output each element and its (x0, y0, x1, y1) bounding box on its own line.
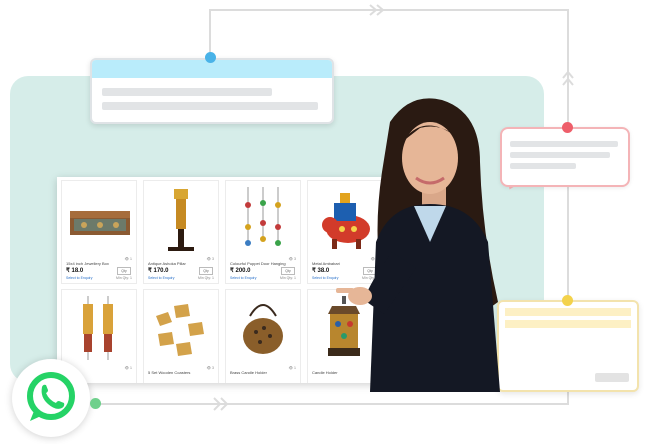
view-count: 👁 1 (124, 257, 132, 261)
view-count: 👁 3 (206, 366, 214, 370)
view-count: 👁 1 (288, 366, 296, 370)
product-name: 5 Set Wooden Coasters (148, 370, 191, 375)
card-button (595, 373, 629, 382)
connector-dot-blue (205, 52, 216, 63)
product-name: Antique Ashoka Pillar (148, 261, 186, 266)
enquiry-checkbox[interactable]: Select to Enquiry (148, 276, 174, 280)
product-price: ₹ 18.0 (66, 268, 84, 274)
qty-input[interactable]: Qty (117, 267, 131, 275)
enquiry-checkbox[interactable]: Select to Enquiry (230, 276, 256, 280)
connector-dot-pink (562, 122, 573, 133)
product-price: ₹ 170.0 (148, 268, 169, 274)
whatsapp-badge[interactable] (12, 359, 90, 437)
whatsapp-icon (27, 372, 75, 421)
product-card[interactable]: 👁 3 Antique Ashoka Pillar ₹ 170.0 Qty Se… (143, 180, 219, 284)
connector-dot-yellow (562, 295, 573, 306)
enquiry-checkbox[interactable]: Select to Enquiry (66, 276, 92, 280)
brass-candle-holder-image (243, 304, 283, 354)
qty-input[interactable]: Qty (281, 267, 295, 275)
text-placeholder (102, 88, 272, 96)
qty-input[interactable]: Qty (199, 267, 213, 275)
min-qty: Min Qty: 1 (116, 276, 132, 280)
ashoka-pillar-image (168, 189, 194, 251)
product-name: Colourful Puppet Door Hanging (230, 261, 286, 266)
product-card[interactable]: 👁 1 15x4 inch Jewellery Box ₹ 18.0 Qty S… (61, 180, 137, 284)
text-placeholder (102, 102, 318, 110)
product-name: 15x4 inch Jewellery Box (66, 261, 109, 266)
product-price: ₹ 200.0 (230, 268, 251, 274)
product-card[interactable]: 👁 3 5 Set Wooden Coasters (143, 289, 219, 383)
puppet-door-hanging-image (245, 187, 281, 246)
min-qty: Min Qty: 1 (198, 276, 214, 280)
jewellery-box-image (70, 211, 130, 235)
view-count: 👁 3 (288, 257, 296, 261)
product-price: ₹ 38.0 (312, 268, 330, 274)
person-illustration (336, 98, 500, 392)
product-name: Brass Candle Holder (230, 370, 267, 375)
message-bubble-top (90, 58, 334, 124)
product-card[interactable]: 👁 1 Brass Candle Holder (225, 289, 301, 383)
wooden-coasters-image (156, 304, 204, 356)
view-count: 👁 1 (124, 366, 132, 370)
puppet-pair-image (83, 296, 113, 360)
min-qty: Min Qty: 1 (280, 276, 296, 280)
view-count: 👁 3 (206, 257, 214, 261)
connector-dot-green (90, 398, 101, 409)
product-card[interactable]: 👁 3 Colourful Puppet Door Hanging ₹ 200.… (225, 180, 301, 284)
